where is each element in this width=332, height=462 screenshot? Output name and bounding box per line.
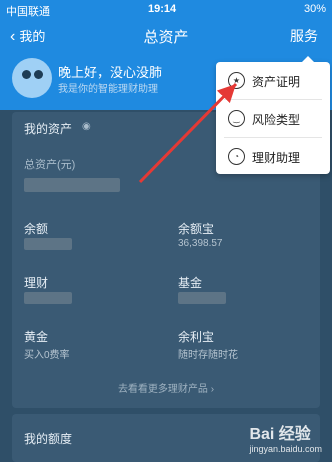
watermark-brand: Bai 经验	[249, 426, 311, 443]
watermark-url: jingyan.baidu.com	[249, 444, 322, 454]
baidu-watermark: Bai 经验 jingyan.baidu.com	[249, 420, 322, 454]
annotation-arrow	[138, 82, 238, 184]
